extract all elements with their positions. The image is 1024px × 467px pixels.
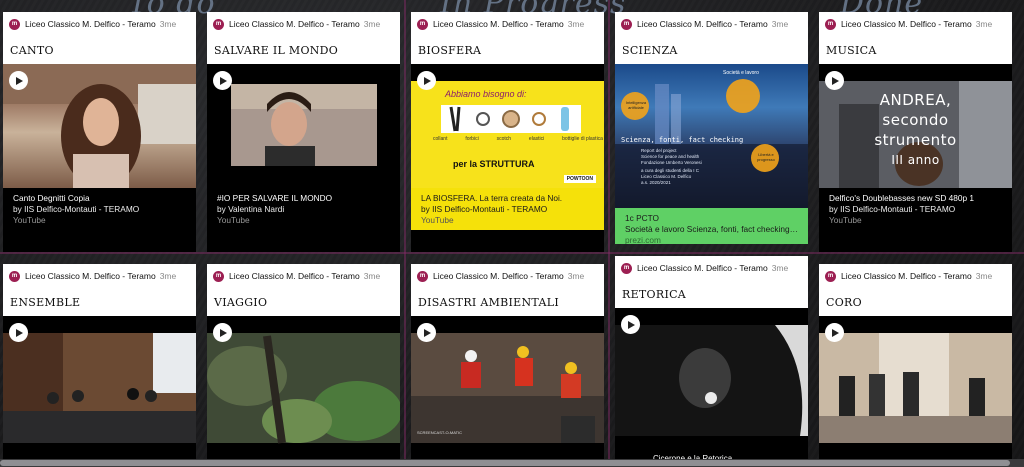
avatar: m	[621, 262, 632, 274]
avatar: m	[213, 270, 224, 282]
chalk-divider	[608, 0, 610, 460]
post-card-retorica[interactable]: m Liceo Classico M. Delfico - Teramo 3me R…	[615, 256, 808, 464]
post-title: MUSICA	[826, 43, 877, 57]
video-thumbnail[interactable]	[819, 316, 1012, 464]
avatar: m	[213, 18, 224, 30]
post-card-salvare-il-mondo[interactable]: m Liceo Classico M. Delfico - Teramo 3me S…	[207, 12, 400, 252]
play-icon[interactable]	[9, 323, 28, 342]
post-card-viaggio[interactable]: m Liceo Classico M. Delfico - Teramo 3me V…	[207, 264, 400, 464]
post-card-ensemble[interactable]: m Liceo Classico M. Delfico - Teramo 3me E…	[3, 264, 196, 464]
post-card-coro[interactable]: m Liceo Classico M. Delfico - Teramo 3me C…	[819, 264, 1012, 464]
post-title: SALVARE IL MONDO	[214, 43, 339, 57]
rescue-image	[411, 333, 604, 443]
play-icon[interactable]	[621, 315, 640, 334]
avatar: m	[9, 270, 20, 282]
play-icon[interactable]	[213, 323, 232, 342]
forest-image	[207, 333, 400, 444]
post-author: m Liceo Classico M. Delfico - Teramo 3me	[3, 264, 196, 288]
post-attachment-info[interactable]: Delfico's Doublebasses new SD 480p 1 by …	[819, 188, 1012, 230]
play-icon[interactable]	[213, 71, 232, 90]
post-title: VIAGGIO	[214, 295, 268, 309]
video-thumbnail[interactable]	[207, 316, 400, 464]
post-title: DISASTRI AMBIENTALI	[418, 295, 559, 309]
prezi-thumbnail[interactable]: Società e lavoro Intelligenza artificial…	[615, 64, 808, 208]
post-title: CANTO	[10, 43, 54, 57]
post-attachment-info[interactable]: LA BIOSFERA. La terra creata da Noi. by …	[411, 188, 604, 230]
video-thumbnail[interactable]: SCREENCAST-O-MATIC	[411, 316, 604, 464]
post-author: m Liceo Classico M. Delfico - Teramo 3me	[207, 12, 400, 36]
post-attachment-info[interactable]: 1c PCTO Società e lavoro Scienza, fonti,…	[615, 208, 808, 244]
post-title: SCIENZA	[622, 43, 678, 57]
scrollbar-thumb[interactable]	[0, 460, 1010, 466]
post-card-musica[interactable]: m Liceo Classico M. Delfico - Teramo 3me M…	[819, 12, 1012, 252]
play-icon[interactable]	[417, 71, 436, 90]
video-thumbnail[interactable]: Cicerone e la Retorica	[615, 308, 808, 464]
play-icon[interactable]	[825, 323, 844, 342]
play-icon[interactable]	[825, 71, 844, 90]
girl-selfie-image	[231, 84, 377, 166]
video-thumbnail[interactable]	[3, 64, 196, 188]
post-attachment-info[interactable]: #IO PER SALVARE IL MONDO by Valentina Na…	[207, 188, 400, 230]
avatar: m	[9, 18, 20, 30]
avatar: m	[621, 18, 632, 30]
post-card-scienza[interactable]: m Liceo Classico M. Delfico - Teramo 3me S…	[615, 12, 808, 244]
post-title: CORO	[826, 295, 862, 309]
avatar: m	[825, 270, 836, 282]
play-icon[interactable]	[9, 71, 28, 90]
post-attachment-info[interactable]: Canto Degnitti Copia by IIS Delfico-Mont…	[3, 188, 196, 230]
chalk-divider	[0, 252, 1024, 254]
post-card-disastri-ambientali[interactable]: m Liceo Classico M. Delfico - Teramo 3me D…	[411, 264, 604, 464]
horizontal-scrollbar[interactable]	[0, 459, 1024, 467]
post-author: m Liceo Classico M. Delfico - Teramo 3me	[615, 256, 808, 280]
post-author: m Liceo Classico M. Delfico - Teramo 3me	[411, 12, 604, 36]
padlet-board: To do In Progress Done m Liceo Classico M…	[0, 0, 1024, 467]
cicero-image	[615, 325, 808, 436]
singer-image	[3, 64, 196, 188]
video-thumbnail[interactable]	[3, 316, 196, 464]
post-title: ENSEMBLE	[10, 295, 81, 309]
avatar: m	[825, 18, 836, 30]
post-card-biosfera[interactable]: m Liceo Classico M. Delfico - Teramo 3me B…	[411, 12, 604, 252]
choir-image	[819, 333, 1012, 443]
post-author: m Liceo Classico M. Delfico - Teramo 3me	[819, 12, 1012, 36]
post-title: BIOSFERA	[418, 43, 482, 57]
avatar: m	[417, 18, 428, 30]
avatar: m	[417, 270, 428, 282]
post-author: m Liceo Classico M. Delfico - Teramo 3me	[819, 264, 1012, 288]
post-author: m Liceo Classico M. Delfico - Teramo 3me	[615, 12, 808, 36]
video-thumbnail[interactable]	[207, 64, 400, 188]
ensemble-image	[3, 333, 196, 443]
supplies-illustration	[441, 105, 581, 133]
play-icon[interactable]	[417, 323, 436, 342]
chalk-divider	[404, 0, 406, 460]
video-thumbnail[interactable]: ANDREA, secondo strumento III anno	[819, 64, 1012, 188]
post-author: m Liceo Classico M. Delfico - Teramo 3me	[411, 264, 604, 288]
post-card-canto[interactable]: m Liceo Classico M. Delfico - Teramo 3me C…	[3, 12, 196, 252]
post-author: m Liceo Classico M. Delfico - Teramo 3me	[207, 264, 400, 288]
video-thumbnail[interactable]: Abbiamo bisogno di: collant forbici scotch…	[411, 64, 604, 188]
powtoon-poster: Abbiamo bisogno di: collant forbici scotch…	[411, 81, 604, 188]
post-title: RETORICA	[622, 287, 687, 301]
post-author: m Liceo Classico M. Delfico - Teramo 3me	[3, 12, 196, 36]
